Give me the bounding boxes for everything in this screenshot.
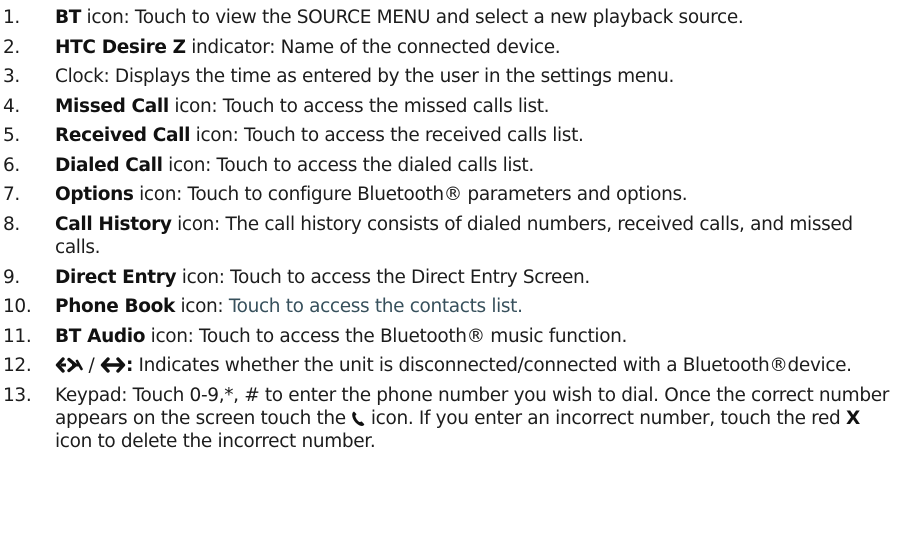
item-description-link: Touch to access the contacts list. (228, 296, 523, 317)
list-item-7: 7. Options icon: Touch to configure Blue… (0, 180, 901, 210)
item-number: 2. (3, 36, 20, 58)
item-number: 12. (3, 355, 32, 376)
item-description: icon: Touch to access the missed calls l… (168, 95, 550, 117)
item-term: Options (55, 184, 134, 205)
item-number: 9. (3, 266, 20, 288)
list-item-5: 5. Received Call icon: Touch to access t… (0, 121, 901, 151)
list-item-1: 1. BT icon: Touch to view the SOURCE MEN… (0, 3, 901, 33)
list-item-12: 12. / : Indicates whether the unit is di… (0, 351, 901, 381)
item-number: 8. (3, 213, 20, 235)
list-item-13: 13. Keypad: Touch 0-9,*, # to enter the … (0, 381, 901, 457)
item-description: icon: Touch to access the Bluetooth® mus… (145, 325, 628, 347)
item-number: 10. (3, 296, 32, 317)
item-number: 13. (3, 385, 32, 406)
list-item-9: 9. Direct Entry icon: Touch to access th… (0, 263, 901, 293)
item-description: indicator: Name of the connected device. (185, 36, 561, 58)
bluetooth-connected-icon (100, 356, 126, 374)
icon-separator: / (83, 355, 100, 376)
item-number: 1. (3, 7, 20, 28)
list-item-6: 6. Dialed Call icon: Touch to access the… (0, 151, 901, 181)
item-description: Indicates whether the unit is disconnect… (133, 355, 853, 376)
item-description: icon: Touch to view the SOURCE MENU and … (81, 7, 744, 28)
item-description: icon: The call history consists of diale… (55, 213, 853, 258)
item-term: Call History (55, 213, 172, 235)
item-number: 5. (3, 125, 20, 146)
list-item-3: 3. Clock: Displays the time as entered b… (0, 62, 901, 92)
item-number: 3. (3, 66, 20, 87)
list-item-8: 8. Call History icon: The call history c… (0, 210, 901, 263)
item-term: BT (55, 7, 82, 28)
item-description: icon: Touch to access the dialed calls l… (162, 154, 534, 176)
item-description: Clock: Displays the time as entered by t… (55, 66, 675, 87)
item-term: Direct Entry (55, 266, 177, 288)
item-number: 4. (3, 95, 20, 117)
item-description-part2: icon. If you enter an incorrect number, … (365, 408, 846, 429)
item-number: 6. (3, 154, 20, 176)
red-x-label: X (845, 408, 860, 429)
phone-handset-icon (351, 410, 365, 427)
item-number: 11. (3, 325, 32, 347)
item-description: icon: Touch to access the received calls… (190, 125, 584, 146)
list-item-11: 11. BT Audio icon: Touch to access the B… (0, 322, 901, 352)
item-description: icon: Touch to configure Bluetooth® para… (133, 184, 688, 205)
list-item-10: 10. Phone Book icon: Touch to access the… (0, 292, 901, 322)
item-description: icon: Touch to access the Direct Entry S… (176, 266, 590, 288)
list-item-4: 4. Missed Call icon: Touch to access the… (0, 92, 901, 122)
item-description-part3: icon to delete the incorrect number. (55, 431, 376, 452)
item-term: Phone Book (55, 296, 175, 317)
item-term: HTC Desire Z (55, 36, 186, 58)
list-item-2: 2. HTC Desire Z indicator: Name of the c… (0, 33, 901, 63)
item-term: Dialed Call (55, 154, 163, 176)
item-description: icon: (174, 296, 229, 317)
item-term: Received Call (55, 125, 191, 146)
item-number: 7. (3, 184, 20, 205)
item-term: Missed Call (55, 95, 169, 117)
item-term: BT Audio (55, 325, 146, 347)
item-term-colon: : (125, 355, 134, 376)
manual-legend-list: 1. BT icon: Touch to view the SOURCE MEN… (0, 0, 901, 457)
bluetooth-disconnected-icon (55, 356, 83, 374)
